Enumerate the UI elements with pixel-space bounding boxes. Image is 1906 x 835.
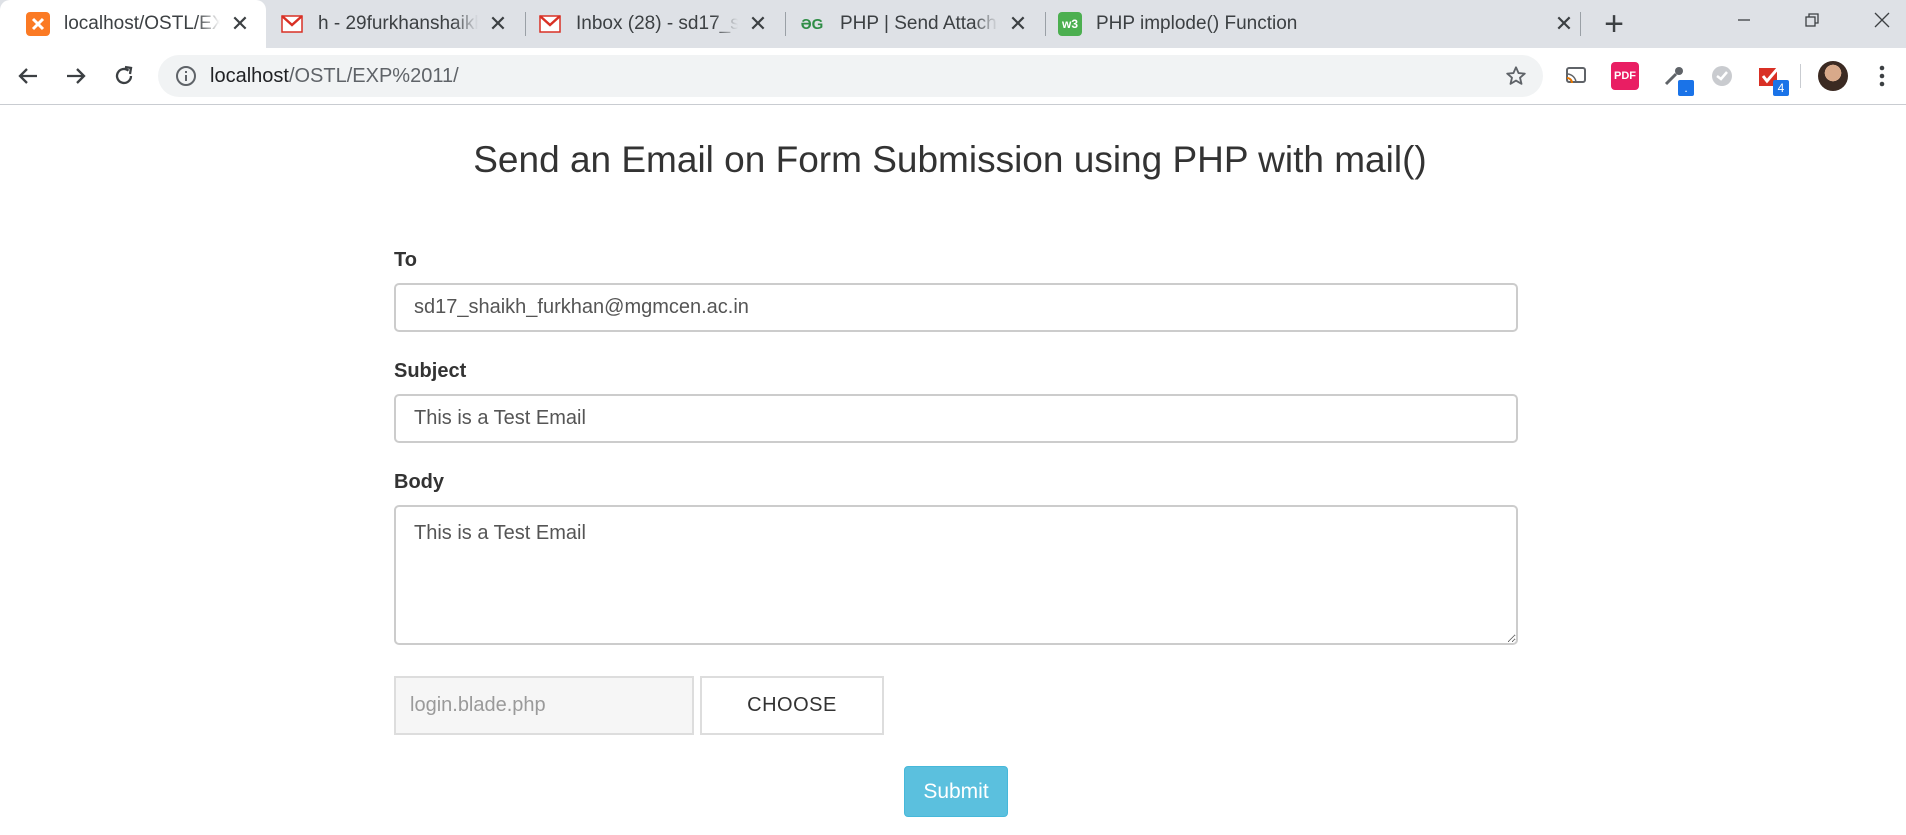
browser-menu-button[interactable]: [1866, 60, 1898, 92]
gmail-icon: [538, 12, 562, 36]
restore-icon: [1805, 13, 1819, 27]
url-host: localhost: [210, 65, 289, 87]
avatar[interactable]: [1818, 61, 1848, 91]
w3schools-icon: w3: [1058, 12, 1082, 36]
page-content: Send an Email on Form Submission using P…: [0, 105, 1906, 835]
geeksforgeeks-icon: ƏG: [800, 15, 824, 33]
tab-separator: [1580, 12, 1581, 36]
reload-button[interactable]: [108, 60, 140, 92]
back-button[interactable]: [12, 60, 44, 92]
todo-check-extension-icon[interactable]: 4: [1755, 62, 1789, 96]
tab-title: PHP implode() Function: [1096, 13, 1298, 34]
address-bar[interactable]: localhost/OSTL/EXP%2011/: [158, 55, 1543, 97]
subject-input[interactable]: [394, 394, 1518, 443]
page-title: Send an Email on Form Submission using P…: [473, 139, 1427, 180]
close-tab-icon[interactable]: ✕: [486, 11, 510, 36]
url-text[interactable]: localhost/OSTL/EXP%2011/: [210, 65, 459, 88]
submit-button[interactable]: Submit: [904, 766, 1008, 817]
tab-w3schools-implode[interactable]: w3 PHP implode() Function ✕: [1046, 0, 1580, 48]
body-label: Body: [394, 471, 444, 493]
choose-file-button[interactable]: CHOOSE: [700, 676, 884, 735]
reload-icon: [115, 65, 133, 85]
body-textarea[interactable]: This is a Test Email: [394, 505, 1518, 645]
cast-icon[interactable]: [1562, 62, 1590, 90]
close-icon: [1874, 12, 1890, 28]
close-tab-icon[interactable]: ✕: [1552, 11, 1576, 36]
minimize-window-button[interactable]: [1724, 4, 1764, 36]
tab-title: Inbox (28) - sd17_shaikh_fur: [576, 13, 738, 34]
attachment-filename-field[interactable]: login.blade.php: [394, 676, 694, 735]
xampp-icon: [26, 12, 50, 36]
tab-gmail-inbox[interactable]: Inbox (28) - sd17_shaikh_fur ✕: [526, 0, 784, 48]
close-window-button[interactable]: [1862, 4, 1902, 36]
browser-tabstrip: localhost/OSTL/EXP 11/ ✕ h - 29furkhansh…: [0, 0, 1906, 48]
tab-gfg-php-attachment[interactable]: ƏG PHP | Send Attachment Wit ✕: [786, 0, 1044, 48]
arrow-left-icon: [18, 68, 37, 84]
minimize-icon: [1738, 19, 1750, 21]
to-input[interactable]: [394, 283, 1518, 332]
tab-title: PHP | Send Attachment Wit: [840, 13, 998, 34]
restore-window-button[interactable]: [1792, 4, 1832, 36]
eyedropper-badge: .: [1678, 80, 1694, 96]
toolbar-divider: [1800, 64, 1801, 88]
arrow-right-icon: [67, 68, 86, 84]
to-label: To: [394, 249, 417, 271]
bookmark-star-icon[interactable]: [1503, 63, 1529, 89]
tab-title: h - 29furkhanshaikh@gmail: [318, 13, 478, 34]
eyedropper-extension-icon[interactable]: .: [1660, 62, 1694, 96]
subject-label: Subject: [394, 360, 467, 382]
url-path: /OSTL/EXP%2011/: [288, 65, 459, 87]
tab-gmail-h[interactable]: h - 29furkhanshaikh@gmail ✕: [268, 0, 524, 48]
pdf-extension-icon[interactable]: PDF: [1611, 62, 1639, 90]
pdf-extension-label: PDF: [1614, 70, 1636, 82]
browser-toolbar: localhost/OSTL/EXP%2011/ PDF . 4: [0, 48, 1906, 105]
close-tab-icon[interactable]: ✕: [1006, 11, 1030, 36]
todo-badge: 4: [1773, 80, 1789, 96]
more-vert-icon: [1879, 65, 1885, 87]
refresh-circle-extension-icon[interactable]: [1708, 62, 1736, 90]
tab-title: localhost/OSTL/EXP 11/: [64, 13, 220, 34]
tab-localhost-exp11[interactable]: localhost/OSTL/EXP 11/ ✕: [0, 0, 266, 48]
site-info-icon[interactable]: [174, 64, 198, 88]
close-tab-icon[interactable]: ✕: [228, 11, 252, 36]
forward-button[interactable]: [60, 60, 92, 92]
gmail-icon: [280, 12, 304, 36]
new-tab-button[interactable]: +: [1598, 5, 1630, 43]
close-tab-icon[interactable]: ✕: [746, 11, 770, 36]
